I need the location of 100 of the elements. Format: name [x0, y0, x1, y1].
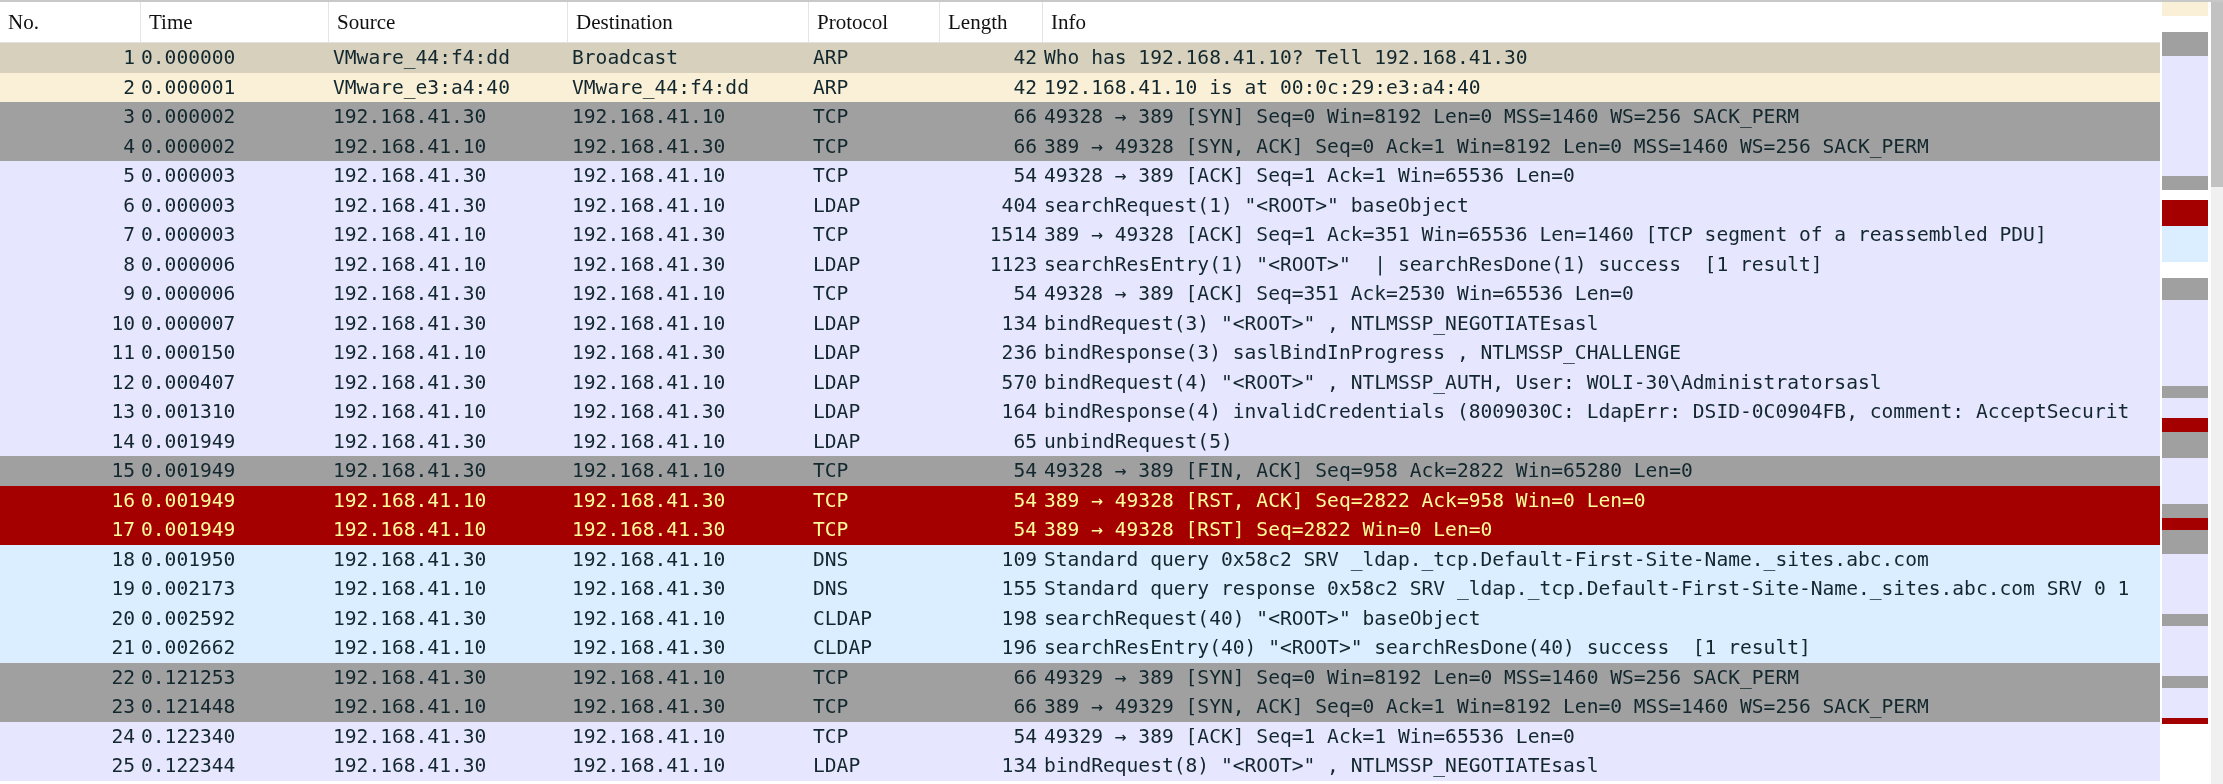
table-cell: 1 — [123, 46, 135, 70]
table-cell: 192.168.41.30 — [333, 282, 487, 306]
table-cell: 389 → 49328 [ACK] Seq=1 Ack=351 Win=65536 Len=1460 [TCP segment of a reassembled PDU] — [1044, 223, 2047, 247]
packet-row[interactable]: 14 0.001949 192.168.41.30 192.168.41.10 LDAP 65 unbindRequest(5) — [0, 426, 2160, 456]
table-cell: 0.001310 — [141, 400, 236, 424]
column-header[interactable]: Destination — [576, 9, 673, 35]
table-cell: searchRequest(1) "<ROOT>" baseObject — [1044, 193, 1469, 217]
packet-row[interactable]: 19 0.002173 192.168.41.10 192.168.41.30 DNS 155 Standard query response 0x58c2 SRV _ldap._tcp.Default-First-Site-Name._sites.abc.com SRV 0 1 — [0, 574, 2160, 604]
table-cell: 192.168.41.10 — [572, 311, 726, 335]
packet-row[interactable]: 1 0.000000 VMware_44:f4:dd Broadcast ARP 42 Who has 192.168.41.10? Tell 192.168.41.30 — [0, 43, 2160, 73]
table-cell: 192.168.41.30 — [572, 400, 726, 424]
table-cell: 192.168.41.30 — [572, 252, 726, 276]
table-cell: unbindRequest(5) — [1044, 429, 1233, 453]
packet-row[interactable]: 11 0.000150 192.168.41.10 192.168.41.30 LDAP 236 bindResponse(3) saslBindInProgress , NTLMSSP_CHALLENGE — [0, 338, 2160, 368]
column-header[interactable]: Info — [1051, 9, 1086, 35]
table-cell: 192.168.41.10 — [333, 223, 487, 247]
column-header[interactable]: No. — [8, 9, 39, 35]
packet-row[interactable]: 12 0.000407 192.168.41.30 192.168.41.10 LDAP 570 bindRequest(4) "<ROOT>" , NTLMSSP_AUTH, User: WOLI-30\Administratorsasl — [0, 367, 2160, 397]
table-cell: 24 — [111, 724, 135, 748]
table-cell: 65 — [1013, 429, 1037, 453]
packet-row[interactable]: 7 0.000003 192.168.41.10 192.168.41.30 TCP 1514 389 → 49328 [ACK] Seq=1 Ack=351 Win=65536 Len=1460 [TCP segment of a reassembled PDU] — [0, 220, 2160, 250]
table-cell: 192.168.41.10 — [572, 459, 726, 483]
packet-row[interactable]: 3 0.000002 192.168.41.30 192.168.41.10 TCP 66 49328 → 389 [SYN] Seq=0 Win=8192 Len=0 MSS=1460 WS=256 SACK_PERM — [0, 102, 2160, 132]
table-cell: LDAP — [813, 400, 861, 424]
table-cell: 192.168.41.10 — [333, 577, 487, 601]
table-cell: VMware_44:f4:dd — [572, 75, 749, 99]
table-cell: LDAP — [813, 341, 861, 365]
table-cell: 389 → 49329 [SYN, ACK] Seq=0 Ack=1 Win=8192 Len=0 MSS=1460 WS=256 SACK_PERM — [1044, 695, 1929, 719]
table-cell: 0.000150 — [141, 341, 236, 365]
packet-row[interactable]: 20 0.002592 192.168.41.30 192.168.41.10 CLDAP 198 searchRequest(40) "<ROOT>" baseObject — [0, 603, 2160, 633]
table-cell: TCP — [813, 724, 849, 748]
table-cell: 0.001949 — [141, 488, 236, 512]
table-cell: 0.001949 — [141, 518, 236, 542]
table-cell: bindResponse(4) invalidCredentials (8009030C: LdapErr: DSID-0C0904FB, comment: AcceptSecurit — [1044, 400, 2130, 424]
table-cell: 192.168.41.30 — [333, 311, 487, 335]
table-cell: TCP — [813, 105, 849, 129]
table-cell: 49328 → 389 [SYN] Seq=0 Win=8192 Len=0 MSS=1460 WS=256 SACK_PERM — [1044, 105, 1799, 129]
table-cell: TCP — [813, 282, 849, 306]
table-cell: searchResEntry(40) "<ROOT>" searchResDone(40) success [1 result] — [1044, 636, 1811, 660]
table-cell: TCP — [813, 223, 849, 247]
column-header[interactable]: Protocol — [817, 9, 889, 35]
table-cell: 49328 → 389 [ACK] Seq=1 Ack=1 Win=65536 Len=0 — [1044, 164, 1575, 188]
table-cell: Who has 192.168.41.10? Tell 192.168.41.30 — [1044, 46, 1528, 70]
table-cell: DNS — [813, 577, 849, 601]
table-cell: 7 — [123, 223, 135, 247]
table-cell: 192.168.41.30 — [572, 341, 726, 365]
packet-row[interactable]: 2 0.000001 VMware_e3:a4:40 VMware_44:f4:dd ARP 42 192.168.41.10 is at 00:0c:29:e3:a4:40 — [0, 72, 2160, 102]
column-header[interactable]: Length — [948, 9, 1008, 35]
table-cell: 192.168.41.30 — [572, 223, 726, 247]
table-cell: 192.168.41.10 — [333, 636, 487, 660]
table-cell: 192.168.41.30 — [572, 636, 726, 660]
packet-row[interactable]: 22 0.121253 192.168.41.30 192.168.41.10 TCP 66 49329 → 389 [SYN] Seq=0 Win=8192 Len=0 MSS=1460 WS=256 SACK_PERM — [0, 662, 2160, 692]
table-cell: ARP — [813, 46, 849, 70]
packet-row[interactable]: 25 0.122344 192.168.41.30 192.168.41.10 LDAP 134 bindRequest(8) "<ROOT>" , NTLMSSP_NEGOTIATEsasl — [0, 751, 2160, 781]
packet-row[interactable]: 23 0.121448 192.168.41.10 192.168.41.30 TCP 66 389 → 49329 [SYN, ACK] Seq=0 Ack=1 Win=8192 Len=0 MSS=1460 WS=256 SACK_PERM — [0, 692, 2160, 722]
table-cell: 192.168.41.10 — [572, 105, 726, 129]
table-cell: TCP — [813, 164, 849, 188]
table-cell: 192.168.41.30 — [333, 164, 487, 188]
table-cell: 389 → 49328 [RST, ACK] Seq=2822 Ack=958 Win=0 Len=0 — [1044, 488, 1646, 512]
table-cell: 192.168.41.30 — [333, 193, 487, 217]
packet-row[interactable]: 18 0.001950 192.168.41.30 192.168.41.10 DNS 109 Standard query 0x58c2 SRV _ldap._tcp.Default-First-Site-Name._sites.abc.com — [0, 544, 2160, 574]
table-cell: ARP — [813, 75, 849, 99]
packet-row[interactable]: 15 0.001949 192.168.41.30 192.168.41.10 TCP 54 49328 → 389 [FIN, ACK] Seq=958 Ack=2822 Win=65280 Len=0 — [0, 456, 2160, 486]
table-cell: 192.168.41.10 is at 00:0c:29:e3:a4:40 — [1044, 75, 1481, 99]
table-cell: TCP — [813, 665, 849, 689]
table-cell: 10 — [111, 311, 135, 335]
packet-row[interactable]: 24 0.122340 192.168.41.30 192.168.41.10 TCP 54 49329 → 389 [ACK] Seq=1 Ack=1 Win=65536 Len=0 — [0, 721, 2160, 751]
packet-row[interactable]: 4 0.000002 192.168.41.10 192.168.41.30 TCP 66 389 → 49328 [SYN, ACK] Seq=0 Ack=1 Win=8192 Len=0 MSS=1460 WS=256 SACK_PERM — [0, 131, 2160, 161]
scrollbar-thumb[interactable] — [2211, 2, 2223, 187]
scrollbar-track[interactable] — [2211, 2, 2223, 784]
packet-row[interactable]: 8 0.000006 192.168.41.10 192.168.41.30 LDAP 1123 searchResEntry(1) "<ROOT>" | searchResDone(1) success [1 result] — [0, 249, 2160, 279]
packet-row[interactable]: 13 0.001310 192.168.41.10 192.168.41.30 LDAP 164 bindResponse(4) invalidCredentials (8009030C: LdapErr: DSID-0C0904FB, comment: AcceptSecurit — [0, 397, 2160, 427]
table-cell: 404 — [1001, 193, 1037, 217]
table-cell: 192.168.41.10 — [572, 606, 726, 630]
table-cell: 192.168.41.30 — [572, 518, 726, 542]
table-cell: CLDAP — [813, 606, 872, 630]
table-cell: 66 — [1013, 695, 1037, 719]
table-cell: bindRequest(8) "<ROOT>" , NTLMSSP_NEGOTIATEsasl — [1044, 754, 1599, 778]
table-cell: 192.168.41.30 — [333, 606, 487, 630]
table-cell: 18 — [111, 547, 135, 571]
packet-row[interactable]: 9 0.000006 192.168.41.30 192.168.41.10 TCP 54 49328 → 389 [ACK] Seq=351 Ack=2530 Win=65536 Len=0 — [0, 279, 2160, 309]
table-cell: 49328 → 389 [FIN, ACK] Seq=958 Ack=2822 Win=65280 Len=0 — [1044, 459, 1693, 483]
packet-row[interactable]: 16 0.001949 192.168.41.10 192.168.41.30 TCP 54 389 → 49328 [RST, ACK] Seq=2822 Ack=958 Win=0 Len=0 — [0, 485, 2160, 515]
table-cell: 192.168.41.10 — [572, 370, 726, 394]
table-cell: 23 — [111, 695, 135, 719]
table-cell: 25 — [111, 754, 135, 778]
table-cell: 0.000003 — [141, 223, 236, 247]
table-cell: 1123 — [989, 252, 1037, 276]
table-cell: bindResponse(3) saslBindInProgress , NTLMSSP_CHALLENGE — [1044, 341, 1681, 365]
packet-row[interactable]: 10 0.000007 192.168.41.30 192.168.41.10 LDAP 134 bindRequest(3) "<ROOT>" , NTLMSSP_NEGOTIATEsasl — [0, 308, 2160, 338]
table-cell: 109 — [1001, 547, 1037, 571]
table-cell: 0.000006 — [141, 252, 236, 276]
packet-row[interactable]: 6 0.000003 192.168.41.30 192.168.41.10 LDAP 404 searchRequest(1) "<ROOT>" baseObject — [0, 190, 2160, 220]
column-header[interactable]: Time — [149, 9, 193, 35]
column-header[interactable]: Source — [337, 9, 396, 35]
packet-row[interactable]: 17 0.001949 192.168.41.10 192.168.41.30 TCP 54 389 → 49328 [RST] Seq=2822 Win=0 Len=0 — [0, 515, 2160, 545]
table-cell: 192.168.41.30 — [333, 459, 487, 483]
packet-row[interactable]: 5 0.000003 192.168.41.30 192.168.41.10 TCP 54 49328 → 389 [ACK] Seq=1 Ack=1 Win=65536 Len=0 — [0, 161, 2160, 191]
table-cell: 192.168.41.10 — [333, 488, 487, 512]
packet-row[interactable]: 21 0.002662 192.168.41.10 192.168.41.30 CLDAP 196 searchResEntry(40) "<ROOT>" searchResDone(40) success [1 result] — [0, 633, 2160, 663]
